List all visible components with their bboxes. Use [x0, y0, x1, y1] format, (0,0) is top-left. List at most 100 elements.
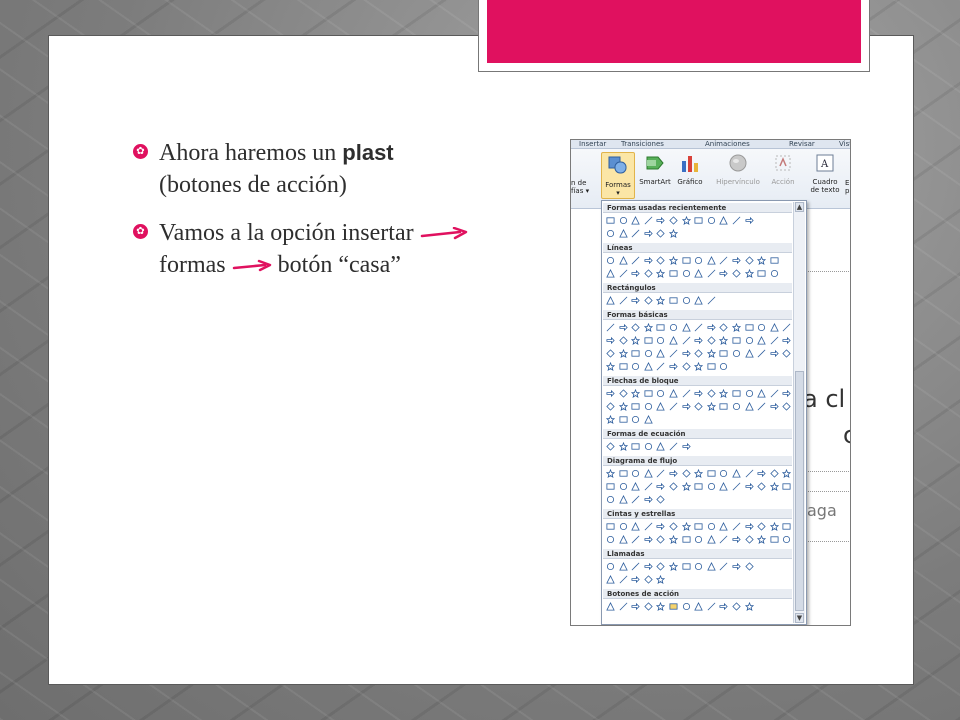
shape-option-icon[interactable]	[656, 402, 666, 411]
shape-option-icon[interactable]	[782, 389, 792, 398]
shape-option-icon[interactable]	[682, 442, 691, 451]
shape-option-icon[interactable]	[782, 469, 792, 478]
shape-option-icon[interactable]	[619, 522, 628, 531]
tab-animaciones[interactable]: Animaciones	[705, 140, 750, 148]
shape-option-icon[interactable]	[619, 323, 628, 332]
shape-option-icon[interactable]	[707, 323, 716, 332]
shape-option-icon[interactable]	[757, 336, 766, 345]
shape-option-icon[interactable]	[644, 229, 653, 238]
shape-option-icon[interactable]	[656, 336, 665, 345]
shape-option-icon[interactable]	[719, 362, 728, 371]
shape-option-icon[interactable]	[644, 442, 653, 451]
shape-option-icon[interactable]	[719, 216, 729, 225]
shape-option-icon[interactable]	[631, 602, 640, 611]
shape-option-icon[interactable]	[656, 562, 666, 571]
shape-option-icon[interactable]	[669, 269, 678, 278]
shape-option-icon[interactable]	[631, 336, 641, 345]
shape-option-icon[interactable]	[619, 269, 628, 278]
shape-option-icon[interactable]	[669, 389, 678, 398]
shape-option-icon[interactable]	[656, 389, 665, 398]
shape-option-icon[interactable]	[719, 482, 729, 491]
shape-option-icon[interactable]	[694, 389, 703, 398]
shape-option-icon[interactable]	[669, 602, 678, 611]
shape-option-icon[interactable]	[694, 269, 703, 278]
shape-option-icon[interactable]	[619, 415, 628, 424]
shape-option-icon[interactable]	[669, 362, 678, 371]
shape-option-icon[interactable]	[681, 362, 691, 371]
shape-option-icon[interactable]	[707, 296, 716, 305]
shape-option-icon[interactable]	[694, 296, 703, 305]
shape-option-icon[interactable]	[782, 482, 791, 491]
shape-option-icon[interactable]	[631, 229, 640, 238]
shape-option-icon[interactable]	[681, 522, 691, 531]
shape-option-icon[interactable]	[681, 469, 691, 478]
shape-option-icon[interactable]	[707, 535, 716, 544]
shape-option-icon[interactable]	[606, 575, 615, 584]
shape-option-icon[interactable]	[682, 349, 691, 358]
shape-option-icon[interactable]	[669, 562, 678, 571]
shape-option-icon[interactable]	[732, 323, 741, 332]
shape-option-icon[interactable]	[656, 362, 665, 371]
shape-option-icon[interactable]	[744, 602, 754, 611]
shape-option-icon[interactable]	[656, 296, 666, 305]
shape-option-icon[interactable]	[707, 602, 716, 611]
shape-option-icon[interactable]	[656, 442, 666, 451]
shape-option-icon[interactable]	[707, 522, 716, 531]
tab-transiciones[interactable]: Transiciones	[621, 140, 664, 148]
shape-option-icon[interactable]	[606, 296, 615, 305]
shape-option-icon[interactable]	[618, 256, 628, 265]
shape-option-icon[interactable]	[719, 562, 728, 571]
shape-option-icon[interactable]	[643, 323, 653, 332]
shape-option-icon[interactable]	[606, 482, 615, 491]
shape-option-icon[interactable]	[606, 389, 615, 398]
shape-option-icon[interactable]	[606, 349, 615, 358]
shape-option-icon[interactable]	[694, 349, 703, 358]
shape-option-icon[interactable]	[656, 482, 666, 491]
scroll-thumb[interactable]	[795, 371, 804, 611]
shape-option-icon[interactable]	[681, 216, 691, 225]
shape-option-icon[interactable]	[719, 336, 729, 345]
shape-option-icon[interactable]	[770, 336, 779, 345]
shape-option-icon[interactable]	[631, 402, 640, 411]
shape-option-icon[interactable]	[745, 336, 754, 345]
shape-option-icon[interactable]	[606, 336, 615, 345]
shape-option-icon[interactable]	[719, 269, 729, 278]
shape-option-icon[interactable]	[631, 575, 640, 584]
shape-option-icon[interactable]	[644, 389, 653, 398]
tab-insertar[interactable]: Insertar	[579, 140, 606, 148]
shape-option-icon[interactable]	[619, 362, 628, 371]
shape-option-icon[interactable]	[707, 256, 716, 265]
shape-option-icon[interactable]	[619, 469, 628, 478]
shape-option-icon[interactable]	[631, 296, 640, 305]
shape-option-icon[interactable]	[618, 336, 628, 345]
shape-option-icon[interactable]	[719, 469, 728, 478]
shape-option-icon[interactable]	[656, 535, 666, 544]
shape-option-icon[interactable]	[694, 256, 703, 265]
shape-option-icon[interactable]	[631, 469, 640, 478]
shape-option-icon[interactable]	[757, 269, 766, 278]
shape-option-icon[interactable]	[769, 482, 779, 491]
partial-button-left[interactable]: n de fías ▾	[571, 179, 589, 195]
shape-option-icon[interactable]	[669, 336, 678, 345]
shape-option-icon[interactable]	[644, 562, 653, 571]
shape-option-icon[interactable]	[644, 296, 653, 305]
shape-option-icon[interactable]	[656, 269, 666, 278]
shape-option-icon[interactable]	[618, 442, 628, 451]
shape-option-icon[interactable]	[669, 442, 678, 451]
shape-option-icon[interactable]	[770, 269, 779, 278]
shape-option-icon[interactable]	[669, 296, 678, 305]
shape-option-icon[interactable]	[732, 522, 741, 531]
shape-option-icon[interactable]	[618, 389, 628, 398]
shape-option-icon[interactable]	[770, 469, 779, 478]
shape-option-icon[interactable]	[631, 415, 640, 424]
shape-option-icon[interactable]	[618, 349, 628, 358]
shape-option-icon[interactable]	[769, 522, 779, 531]
shape-option-icon[interactable]	[744, 256, 754, 265]
shape-option-icon[interactable]	[757, 482, 766, 491]
shape-option-icon[interactable]	[757, 323, 766, 332]
shape-option-icon[interactable]	[745, 323, 754, 332]
shape-option-icon[interactable]	[745, 216, 754, 225]
shape-option-icon[interactable]	[719, 522, 729, 531]
shape-option-icon[interactable]	[644, 602, 653, 611]
shape-option-icon[interactable]	[732, 389, 741, 398]
